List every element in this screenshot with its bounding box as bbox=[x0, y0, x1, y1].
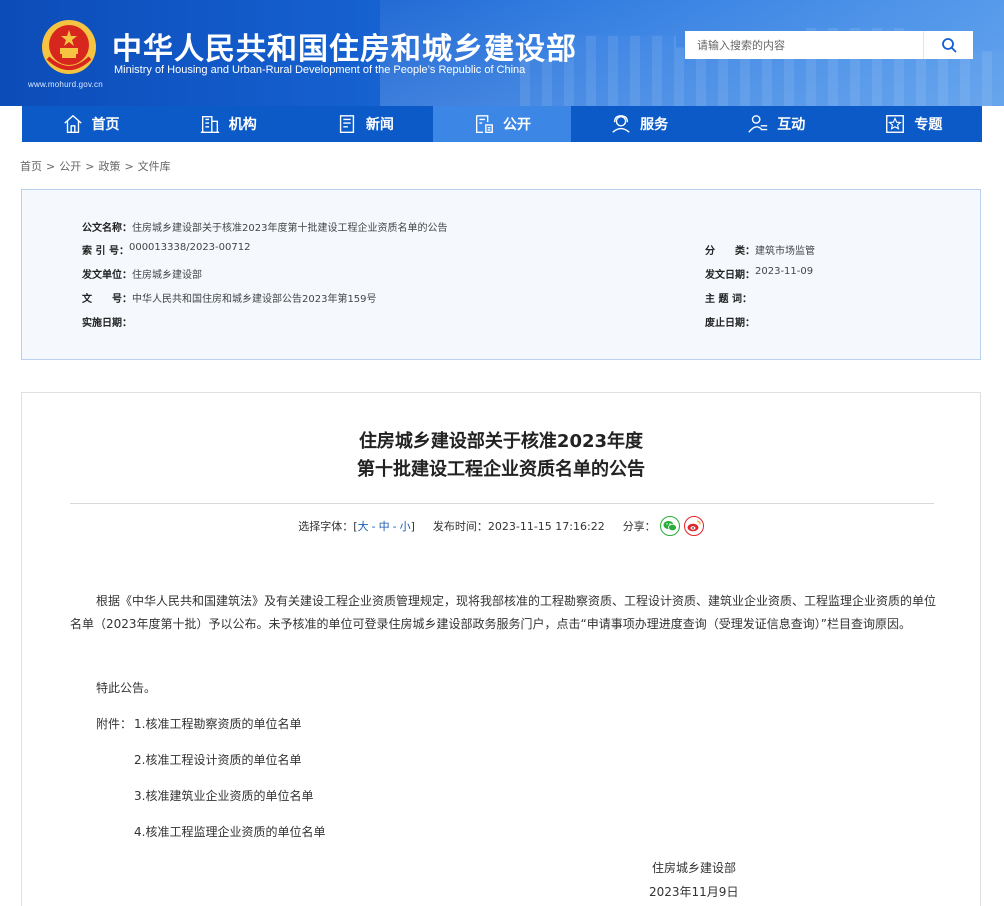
size-separator: - bbox=[371, 519, 376, 533]
nav-item-label: 新闻 bbox=[365, 117, 394, 133]
home-icon bbox=[63, 115, 82, 133]
breadcrumb: 首页 > 公开 > 政策 > 文件库 bbox=[20, 160, 171, 173]
info-effective-date: 实施日期： bbox=[82, 314, 132, 329]
service-icon bbox=[612, 115, 630, 133]
share-label: 分享： bbox=[622, 520, 656, 533]
search-icon bbox=[941, 38, 956, 53]
info-label: 实施日期： bbox=[82, 318, 132, 329]
document-info-panel: 公文名称： 住房城乡建设部关于核准2023年度第十批建设工程企业资质名单的公告 … bbox=[21, 189, 981, 360]
site-title[interactable]: 中华人民共和国住房和城乡建设部 bbox=[112, 24, 577, 68]
weibo-icon bbox=[687, 520, 701, 532]
attachment-link[interactable]: 4.核准工程监理企业资质的单位名单 bbox=[134, 823, 325, 840]
info-category: 分 类： 建筑市场监管 bbox=[705, 242, 815, 257]
search-button[interactable] bbox=[923, 31, 973, 59]
info-index: 索 引 号： 000013338/2023-00712 bbox=[82, 242, 250, 257]
attachments-label: 附件： bbox=[96, 717, 133, 731]
nav-item-public[interactable]: 公开 bbox=[433, 106, 571, 142]
info-issuer: 发文单位： 住房城乡建设部 bbox=[82, 266, 202, 281]
breadcrumb-home[interactable]: 首页 bbox=[20, 160, 42, 173]
wechat-icon bbox=[663, 521, 677, 532]
interaction-icon bbox=[748, 115, 768, 133]
nav-item-label: 互动 bbox=[777, 117, 806, 133]
info-issue-date: 发文日期： 2023-11-09 bbox=[705, 266, 813, 281]
article-title-line1: 住房城乡建设部关于核准2023年度 bbox=[358, 431, 644, 452]
publish-time: 2023-11-15 17:16:22 bbox=[487, 519, 605, 533]
nav-item-label: 服务 bbox=[640, 117, 669, 133]
star-icon bbox=[886, 115, 905, 133]
info-value: 中华人民共和国住房和城乡建设部公告2023年第159号 bbox=[132, 294, 377, 305]
building-icon bbox=[200, 115, 219, 133]
info-label: 发文日期： bbox=[705, 270, 755, 281]
info-label: 分 类： bbox=[705, 246, 755, 257]
attachment-link[interactable]: 2.核准工程设计资质的单位名单 bbox=[134, 751, 301, 768]
info-label: 废止日期： bbox=[705, 318, 755, 329]
info-label: 文 号： bbox=[82, 294, 132, 305]
national-emblem-icon bbox=[42, 20, 96, 74]
attachment-link[interactable]: 3.核准建筑业企业资质的单位名单 bbox=[134, 787, 313, 804]
signer: 住房城乡建设部 bbox=[652, 861, 737, 875]
info-value: 建筑市场监管 bbox=[755, 246, 815, 257]
main-nav: 首页 机构 新闻 公开 服务 互动 专题 bbox=[22, 106, 982, 142]
breadcrumb-public[interactable]: 公开 bbox=[59, 160, 81, 173]
nav-item-home[interactable]: 首页 bbox=[22, 106, 159, 142]
font-size-small-link[interactable]: 小 bbox=[400, 518, 411, 534]
size-separator: - bbox=[392, 519, 397, 533]
nav-item-organization[interactable]: 机构 bbox=[159, 106, 296, 142]
info-doc-no: 文 号： 中华人民共和国住房和城乡建设部公告2023年第159号 bbox=[82, 290, 377, 305]
article-panel: 住房城乡建设部关于核准2023年度 第十批建设工程企业资质名单的公告 选择字体：… bbox=[21, 392, 981, 906]
search-input[interactable] bbox=[685, 31, 923, 59]
info-value: 住房城乡建设部关于核准2023年度第十批建设工程企业资质名单的公告 bbox=[132, 223, 448, 234]
font-size-large-link[interactable]: 大 bbox=[358, 518, 369, 534]
info-value: 住房城乡建设部 bbox=[132, 270, 202, 281]
nav-item-special[interactable]: 专题 bbox=[845, 106, 982, 142]
attachment-link[interactable]: 1.核准工程勘察资质的单位名单 bbox=[134, 715, 301, 732]
info-doc-name: 公文名称： 住房城乡建设部关于核准2023年度第十批建设工程企业资质名单的公告 bbox=[82, 219, 447, 234]
site-header: www.mohurd.gov.cn 中华人民共和国住房和城乡建设部 Minist… bbox=[0, 0, 1004, 106]
sign-date: 2023年11月9日 bbox=[649, 885, 739, 899]
nav-item-interaction[interactable]: 互动 bbox=[708, 106, 845, 142]
info-subject: 主 题 词： bbox=[705, 290, 752, 305]
article-body-paragraph: 根据《中华人民共和国建筑法》及有关建设工程企业资质管理规定，现将我部核准的工程勘… bbox=[70, 594, 937, 631]
article-title-line2: 第十批建设工程企业资质名单的公告 bbox=[357, 459, 645, 480]
nav-item-label: 机构 bbox=[228, 117, 257, 133]
article-meta: 选择字体： [ 大 - 中 - 小 ] 发布时间： 2023-11-15 17:… bbox=[22, 516, 980, 536]
nav-item-label: 专题 bbox=[914, 117, 943, 133]
info-label: 发文单位： bbox=[82, 270, 132, 281]
news-icon bbox=[339, 115, 354, 133]
info-label: 索 引 号： bbox=[82, 246, 129, 257]
info-label: 主 题 词： bbox=[705, 294, 752, 305]
bracket-close: ] bbox=[410, 519, 415, 533]
title-divider bbox=[70, 503, 934, 504]
article-notice: 特此公告。 bbox=[96, 681, 157, 695]
font-size-medium-link[interactable]: 中 bbox=[379, 518, 390, 534]
info-expiry-date: 废止日期： bbox=[705, 314, 755, 329]
info-label: 公文名称： bbox=[82, 223, 132, 234]
nav-item-news[interactable]: 新闻 bbox=[296, 106, 433, 142]
publish-time-label: 发布时间： bbox=[432, 520, 488, 533]
breadcrumb-policy[interactable]: 政策 bbox=[98, 160, 120, 173]
nav-item-label: 首页 bbox=[91, 117, 120, 133]
font-size-label: 选择字体： bbox=[298, 520, 354, 533]
document-icon bbox=[475, 115, 493, 133]
search-box bbox=[685, 31, 973, 59]
nav-item-label: 公开 bbox=[502, 117, 531, 133]
info-value: 000013338/2023-00712 bbox=[128, 242, 251, 253]
site-subtitle: Ministry of Housing and Urban-Rural Deve… bbox=[114, 64, 526, 76]
nav-item-service[interactable]: 服务 bbox=[571, 106, 708, 142]
site-url: www.mohurd.gov.cn bbox=[28, 80, 103, 89]
info-value: 2023-11-09 bbox=[755, 266, 814, 277]
share-wechat-button[interactable] bbox=[659, 516, 680, 536]
breadcrumb-library[interactable]: 文件库 bbox=[138, 160, 171, 173]
share-weibo-button[interactable] bbox=[683, 516, 704, 536]
